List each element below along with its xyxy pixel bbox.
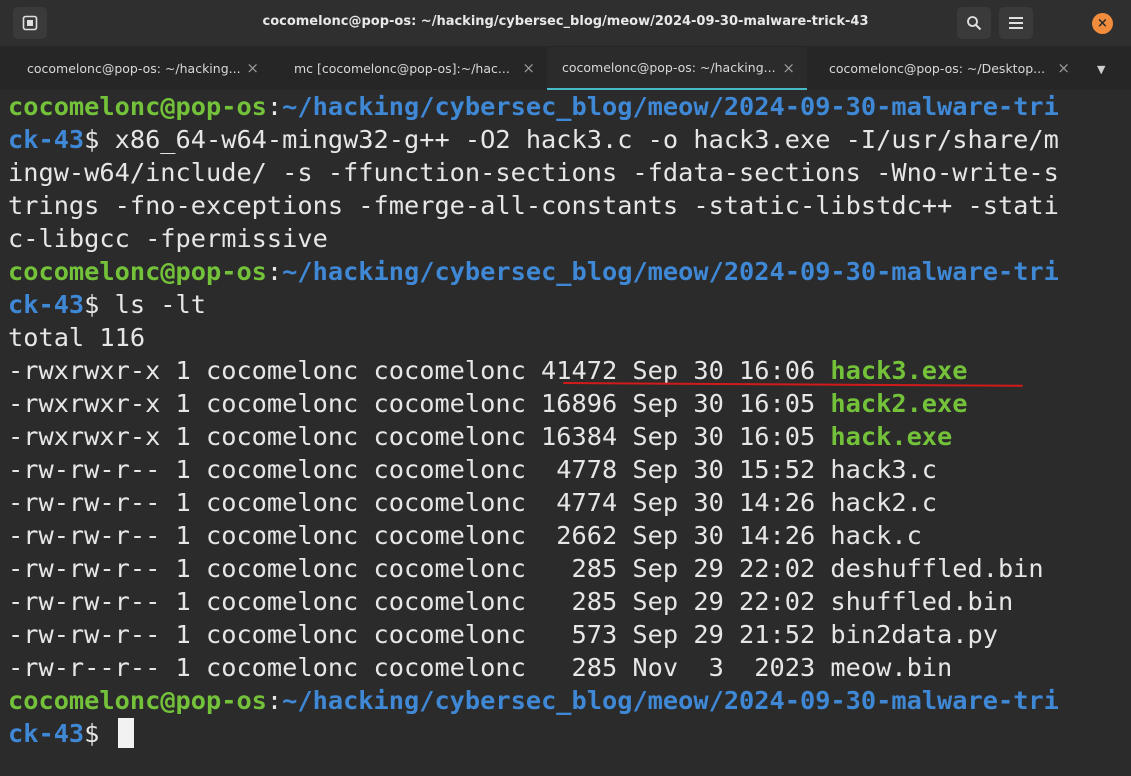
prompt-path: ck-43 — [8, 290, 85, 319]
terminal-text: $ ls -lt — [84, 290, 206, 319]
terminal-line: -rw-rw-r-- 1 cocomelonc cocomelonc 2662 … — [8, 519, 922, 552]
terminal-line: ck-43$ x86_64-w64-mingw32-g++ -O2 hack3.… — [8, 123, 1059, 156]
tab-list-dropdown-icon[interactable]: ▼ — [1097, 63, 1105, 76]
search-icon — [967, 16, 982, 31]
prompt-path: ck-43 — [8, 125, 85, 154]
terminal-text: -rwxrwxr-x 1 cocomelonc cocomelonc 41472… — [8, 356, 831, 385]
title-bar: cocomelonc@pop-os: ~/hacking/cybersec_bl… — [0, 0, 1131, 47]
terminal-text: : — [266, 686, 283, 715]
terminal-line: total 116 — [8, 321, 145, 354]
terminal-line: trings -fno-exceptions -fmerge-all-const… — [8, 189, 1059, 222]
tab-close-icon[interactable]: × — [246, 59, 259, 77]
highlighted-text: cocomelonc@pop-os — [8, 257, 267, 286]
hamburger-menu-icon — [1009, 17, 1023, 29]
window-close-button[interactable]: × — [1092, 13, 1113, 34]
terminal-text: -rw-rw-r-- 1 cocomelonc cocomelonc 285 S… — [8, 554, 1044, 583]
highlighted-text: cocomelonc@pop-os — [8, 686, 267, 715]
terminal-line: ingw-w64/include/ -s -ffunction-sections… — [8, 156, 1059, 189]
tab-label: cocomelonc@pop-os: ~/hacking... — [27, 61, 241, 76]
terminal-text: ingw-w64/include/ -s -ffunction-sections… — [8, 158, 1059, 187]
tab-close-icon[interactable]: × — [522, 59, 535, 77]
tab-label: cocomelonc@pop-os: ~/Desktop... — [829, 61, 1046, 76]
terminal-text: -rw-rw-r-- 1 cocomelonc cocomelonc 573 S… — [8, 620, 998, 649]
tab-2[interactable]: mc [cocomelonc@pop-os]:~/hac... × — [271, 47, 547, 90]
prompt-path: ck-43 — [8, 719, 85, 748]
terminal-text: -rw-rw-r-- 1 cocomelonc cocomelonc 2662 … — [8, 521, 922, 550]
tab-close-icon[interactable]: × — [782, 59, 795, 77]
tab-bar: cocomelonc@pop-os: ~/hacking... × mc [co… — [0, 47, 1131, 90]
highlighted-text: hack3.exe — [830, 356, 968, 385]
terminal-line: -rw-rw-r-- 1 cocomelonc cocomelonc 4778 … — [8, 453, 937, 486]
terminal-line: -rw-rw-r-- 1 cocomelonc cocomelonc 4774 … — [8, 486, 937, 519]
terminal-line: ck-43$ ls -lt — [8, 288, 206, 321]
terminal-output[interactable]: cocomelonc@pop-os:~/hacking/cybersec_blo… — [0, 90, 1131, 776]
tab-4[interactable]: cocomelonc@pop-os: ~/Desktop... × — [807, 47, 1082, 90]
terminal-text: -rw-rw-r-- 1 cocomelonc cocomelonc 4778 … — [8, 455, 938, 484]
prompt-path: ~/hacking/cybersec_blog/meow/2024-09-30-… — [282, 257, 1059, 286]
terminal-text: -rw-r--r-- 1 cocomelonc cocomelonc 285 N… — [8, 653, 953, 682]
terminal-text: $ — [84, 719, 115, 748]
terminal-line: c-libgcc -fpermissive — [8, 222, 328, 255]
menu-button[interactable] — [999, 7, 1033, 39]
terminal-text: -rwxrwxr-x 1 cocomelonc cocomelonc 16384… — [8, 422, 831, 451]
terminal-line: -rwxrwxr-x 1 cocomelonc cocomelonc 16384… — [8, 420, 952, 453]
terminal-text: $ x86_64-w64-mingw32-g++ -O2 hack3.c -o … — [84, 125, 1059, 154]
terminal-text: total 116 — [8, 323, 146, 352]
close-icon: × — [1097, 16, 1108, 31]
terminal-line: -rw-rw-r-- 1 cocomelonc cocomelonc 285 S… — [8, 585, 1013, 618]
terminal-text: c-libgcc -fpermissive — [8, 224, 328, 253]
terminal-line: cocomelonc@pop-os:~/hacking/cybersec_blo… — [8, 684, 1059, 717]
terminal-line: -rw-rw-r-- 1 cocomelonc cocomelonc 285 S… — [8, 552, 1044, 585]
prompt-path: ~/hacking/cybersec_blog/meow/2024-09-30-… — [282, 92, 1059, 121]
terminal-line: cocomelonc@pop-os:~/hacking/cybersec_blo… — [8, 90, 1059, 123]
terminal-text: -rw-rw-r-- 1 cocomelonc cocomelonc 285 S… — [8, 587, 1014, 616]
terminal-line: -rw-rw-r-- 1 cocomelonc cocomelonc 573 S… — [8, 618, 998, 651]
highlighted-text: hack2.exe — [830, 389, 968, 418]
terminal-text: : — [266, 257, 283, 286]
tab-label: cocomelonc@pop-os: ~/hacking... — [562, 60, 776, 75]
search-button[interactable] — [957, 7, 991, 39]
terminal-text: : — [266, 92, 283, 121]
terminal-line: cocomelonc@pop-os:~/hacking/cybersec_blo… — [8, 255, 1059, 288]
terminal-line: -rwxrwxr-x 1 cocomelonc cocomelonc 41472… — [8, 354, 968, 387]
terminal-cursor — [118, 718, 134, 748]
terminal-text: trings -fno-exceptions -fmerge-all-const… — [8, 191, 1059, 220]
tab-label: mc [cocomelonc@pop-os]:~/hac... — [294, 61, 510, 76]
highlighted-text: hack.exe — [830, 422, 953, 451]
tab-3[interactable]: cocomelonc@pop-os: ~/hacking... × — [547, 47, 807, 90]
tab-close-icon[interactable]: × — [1057, 59, 1070, 77]
terminal-line: -rw-r--r-- 1 cocomelonc cocomelonc 285 N… — [8, 651, 952, 684]
tab-1[interactable]: cocomelonc@pop-os: ~/hacking... × — [0, 47, 271, 90]
terminal-text: -rwxrwxr-x 1 cocomelonc cocomelonc 16896… — [8, 389, 831, 418]
highlighted-text: cocomelonc@pop-os — [8, 92, 267, 121]
terminal-text: -rw-rw-r-- 1 cocomelonc cocomelonc 4774 … — [8, 488, 938, 517]
terminal-line: -rwxrwxr-x 1 cocomelonc cocomelonc 16896… — [8, 387, 968, 420]
prompt-path: ~/hacking/cybersec_blog/meow/2024-09-30-… — [282, 686, 1059, 715]
terminal-line: ck-43$ — [8, 717, 115, 750]
